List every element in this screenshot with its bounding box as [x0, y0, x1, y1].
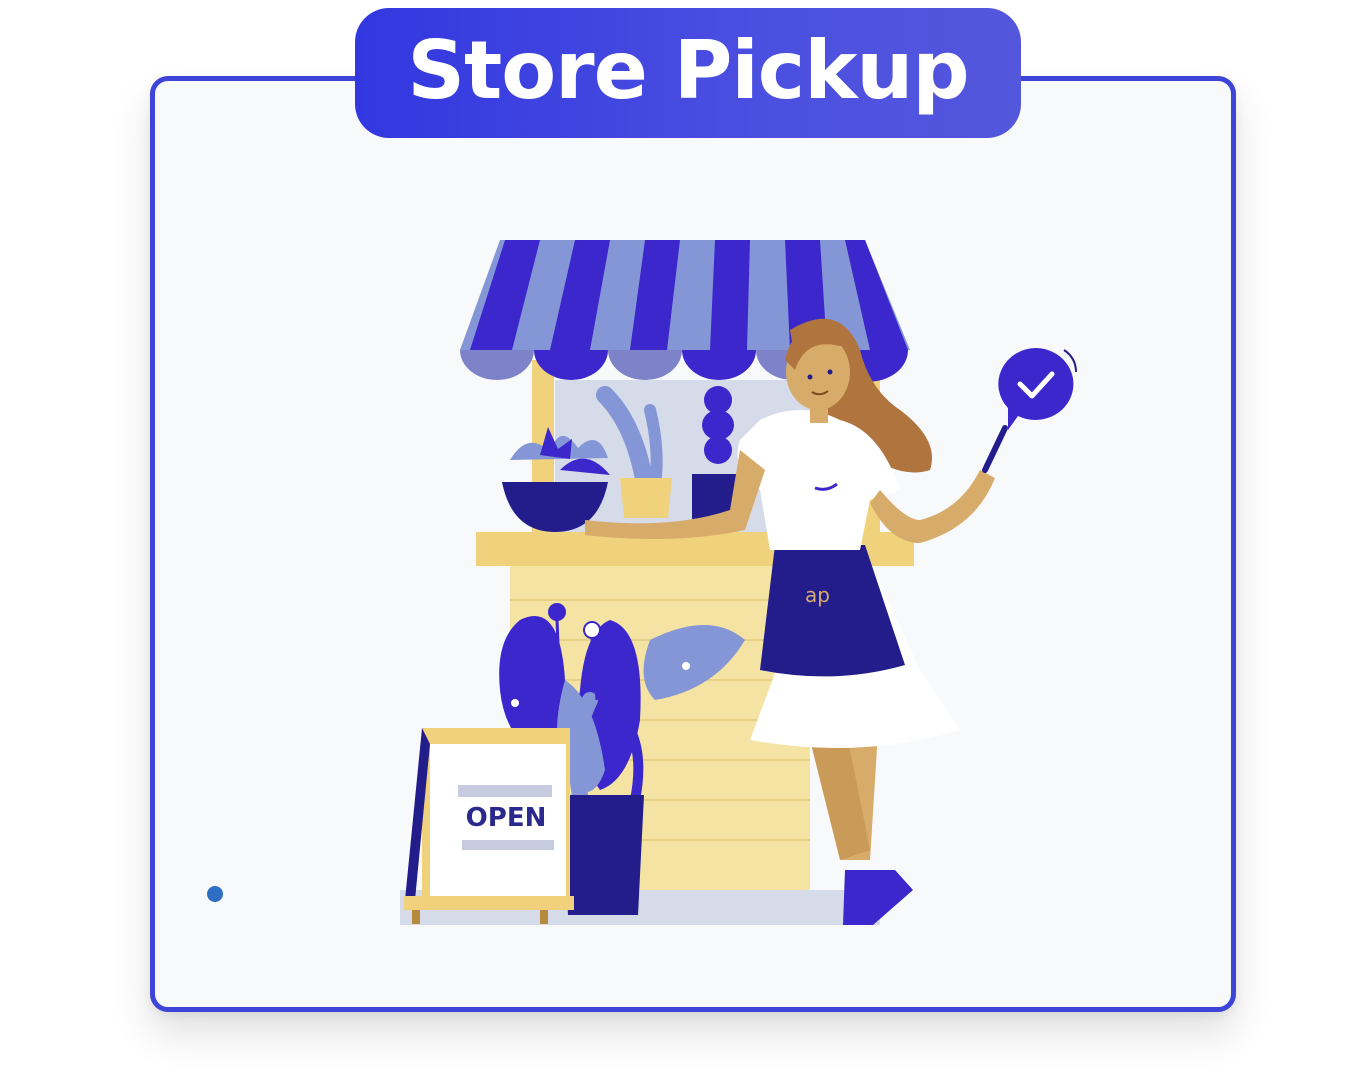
svg-text:ap: ap [805, 583, 830, 607]
title-banner: Store Pickup [355, 8, 1021, 138]
store-pickup-illustration: OPEN ap [400, 240, 1077, 925]
sign-board-icon: OPEN [404, 728, 574, 924]
page-title: Store Pickup [407, 23, 969, 117]
check-badge-icon [998, 348, 1077, 430]
open-sign-text: OPEN [466, 803, 547, 833]
indicator-dot [207, 886, 223, 902]
store-pickup-card-stage: Store Pickup OPEN ap [0, 0, 1370, 1074]
